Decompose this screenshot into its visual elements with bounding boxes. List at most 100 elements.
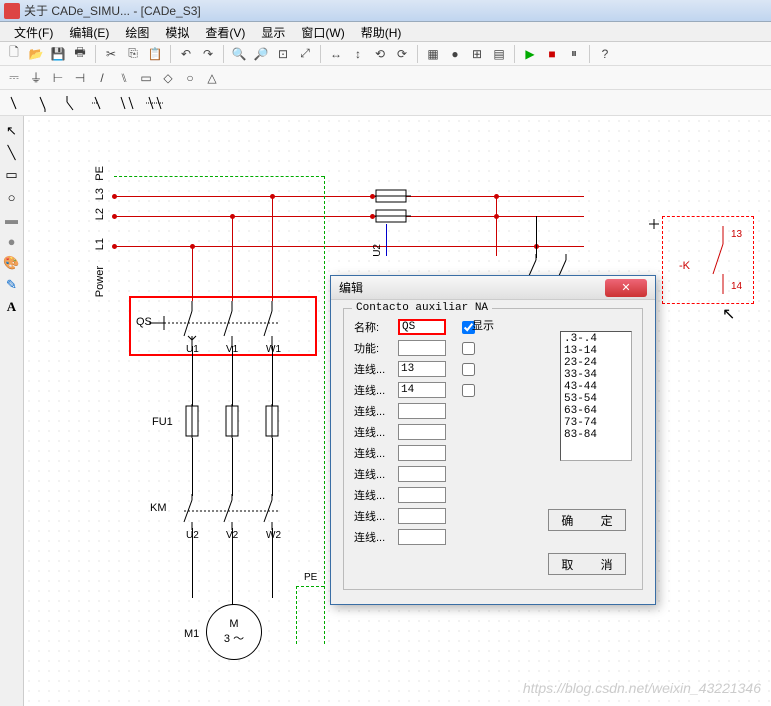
undo-icon[interactable]: ↶ xyxy=(176,44,196,64)
c6-label: 连线... xyxy=(354,466,398,482)
w1-label: W1 xyxy=(266,344,281,355)
k14-label: 14 xyxy=(731,281,742,292)
c8-input[interactable] xyxy=(398,508,446,524)
km-label: KM xyxy=(150,502,167,514)
fit-icon[interactable]: ⊡ xyxy=(273,44,293,64)
menu-sim[interactable]: 模拟 xyxy=(157,22,197,41)
node-icon[interactable]: ● xyxy=(445,44,465,64)
c2-input[interactable] xyxy=(398,382,446,398)
c5-input[interactable] xyxy=(398,445,446,461)
comp8-icon[interactable]: ◇ xyxy=(158,68,178,88)
func-label: 功能: xyxy=(354,340,398,356)
comp10-icon[interactable]: △ xyxy=(202,68,222,88)
sym2-icon[interactable] xyxy=(32,92,58,114)
ok-button[interactable]: 确 定 xyxy=(548,509,626,531)
circle-icon[interactable]: ○ xyxy=(3,188,21,206)
func-input[interactable] xyxy=(398,340,446,356)
c1-show-checkbox[interactable] xyxy=(462,363,475,376)
comp3-icon[interactable]: ⊢ xyxy=(48,68,68,88)
menu-edit[interactable]: 编辑(E) xyxy=(61,22,117,41)
fillrect-icon[interactable]: ▬ xyxy=(3,210,21,228)
name-label: 名称: xyxy=(354,319,398,335)
l2-label: L2 xyxy=(94,208,106,220)
close-icon[interactable]: ✕ xyxy=(605,279,647,297)
c6-input[interactable] xyxy=(398,466,446,482)
line-icon[interactable]: ╲ xyxy=(3,144,21,162)
c9-input[interactable] xyxy=(398,529,446,545)
c1-input[interactable] xyxy=(398,361,446,377)
sym1-icon[interactable] xyxy=(4,92,30,114)
print-icon[interactable]: 🖶 xyxy=(70,44,90,64)
menu-window[interactable]: 窗口(W) xyxy=(293,22,352,41)
c2-show-checkbox[interactable] xyxy=(462,384,475,397)
help-icon[interactable]: ? xyxy=(595,44,615,64)
cancel-button[interactable]: 取 消 xyxy=(548,553,626,575)
contacts-listbox[interactable]: .3-.413-1423-24 33-3443-4453-54 63-6473-… xyxy=(560,331,632,461)
c4-label: 连线... xyxy=(354,424,398,440)
sym3-icon[interactable] xyxy=(60,92,86,114)
sym5-icon[interactable] xyxy=(116,92,142,114)
comp4-icon[interactable]: ⊣ xyxy=(70,68,90,88)
c3-label: 连线... xyxy=(354,403,398,419)
redo-icon[interactable]: ↷ xyxy=(198,44,218,64)
comp5-icon[interactable]: / xyxy=(92,68,112,88)
func-show-checkbox[interactable] xyxy=(462,342,475,355)
edit-dialog: 编辑 ✕ Contacto auxiliar NA 显示 名称: 功能: 连线.… xyxy=(330,275,656,605)
text-icon[interactable]: A xyxy=(3,298,21,316)
k13-label: 13 xyxy=(731,229,742,240)
u2-top-label: U2 xyxy=(372,244,383,257)
layer-icon[interactable]: ▤ xyxy=(489,44,509,64)
open-icon[interactable]: 📂 xyxy=(26,44,46,64)
show-label: 显示 xyxy=(472,317,494,333)
menu-display[interactable]: 显示 xyxy=(253,22,293,41)
palette-icon[interactable]: 🎨 xyxy=(3,254,21,272)
pan-icon[interactable]: ⤢ xyxy=(295,44,315,64)
stop-icon[interactable]: ■ xyxy=(542,44,562,64)
rect-icon[interactable]: ▭ xyxy=(3,166,21,184)
dialog-titlebar[interactable]: 编辑 ✕ xyxy=(331,276,655,300)
paste-icon[interactable]: 📋 xyxy=(145,44,165,64)
arrow-icon[interactable]: ↖ xyxy=(3,122,21,140)
flip-v-icon[interactable]: ↕ xyxy=(348,44,368,64)
save-icon[interactable]: 💾 xyxy=(48,44,68,64)
menu-view[interactable]: 查看(V) xyxy=(197,22,253,41)
motor: M 3 ～ xyxy=(206,604,262,660)
flip-h-icon[interactable]: ↔ xyxy=(326,44,346,64)
zoomin-icon[interactable]: 🔍 xyxy=(229,44,249,64)
zoomout-icon[interactable]: 🔎 xyxy=(251,44,271,64)
k-label: -K xyxy=(679,260,690,272)
toolbar-1: 🗋 📂 💾 🖶 ✂ ⎘ 📋 ↶ ↷ 🔍 🔎 ⊡ ⤢ ↔ ↕ ⟲ ⟳ ▦ ● ⊞ … xyxy=(0,42,771,66)
comp7-icon[interactable]: ▭ xyxy=(136,68,156,88)
comp6-icon[interactable]: ⑊ xyxy=(114,68,134,88)
fillcircle-icon[interactable]: ● xyxy=(3,232,21,250)
m1-label: M1 xyxy=(184,628,199,640)
c2-label: 连线... xyxy=(354,382,398,398)
window-title: 关于 CADe_SIMU... - [CADe_S3] xyxy=(24,2,767,19)
comp9-icon[interactable]: ○ xyxy=(180,68,200,88)
c5-label: 连线... xyxy=(354,445,398,461)
pencil-icon[interactable]: ✎ xyxy=(3,276,21,294)
menu-draw[interactable]: 绘图 xyxy=(117,22,157,41)
rotate-l-icon[interactable]: ⟲ xyxy=(370,44,390,64)
comp1-icon[interactable]: ⎓ xyxy=(4,68,24,88)
symbol-bar xyxy=(0,90,771,116)
snap-icon[interactable]: ⊞ xyxy=(467,44,487,64)
motor-m: M xyxy=(229,618,238,630)
rotate-r-icon[interactable]: ⟳ xyxy=(392,44,412,64)
play-icon[interactable]: ▶ xyxy=(520,44,540,64)
menu-help[interactable]: 帮助(H) xyxy=(353,22,410,41)
name-input[interactable] xyxy=(398,319,446,335)
sym4-icon[interactable] xyxy=(88,92,114,114)
copy-icon[interactable]: ⎘ xyxy=(123,44,143,64)
comp2-icon[interactable]: ⏚ xyxy=(26,68,46,88)
c3-input[interactable] xyxy=(398,403,446,419)
c4-input[interactable] xyxy=(398,424,446,440)
c7-input[interactable] xyxy=(398,487,446,503)
cut-icon[interactable]: ✂ xyxy=(101,44,121,64)
new-icon[interactable]: 🗋 xyxy=(4,44,24,64)
sym6-icon[interactable] xyxy=(144,92,170,114)
pause-icon[interactable]: ⏸ xyxy=(564,44,584,64)
c1-label: 连线... xyxy=(354,361,398,377)
grid-icon[interactable]: ▦ xyxy=(423,44,443,64)
menu-file[interactable]: 文件(F) xyxy=(6,22,61,41)
